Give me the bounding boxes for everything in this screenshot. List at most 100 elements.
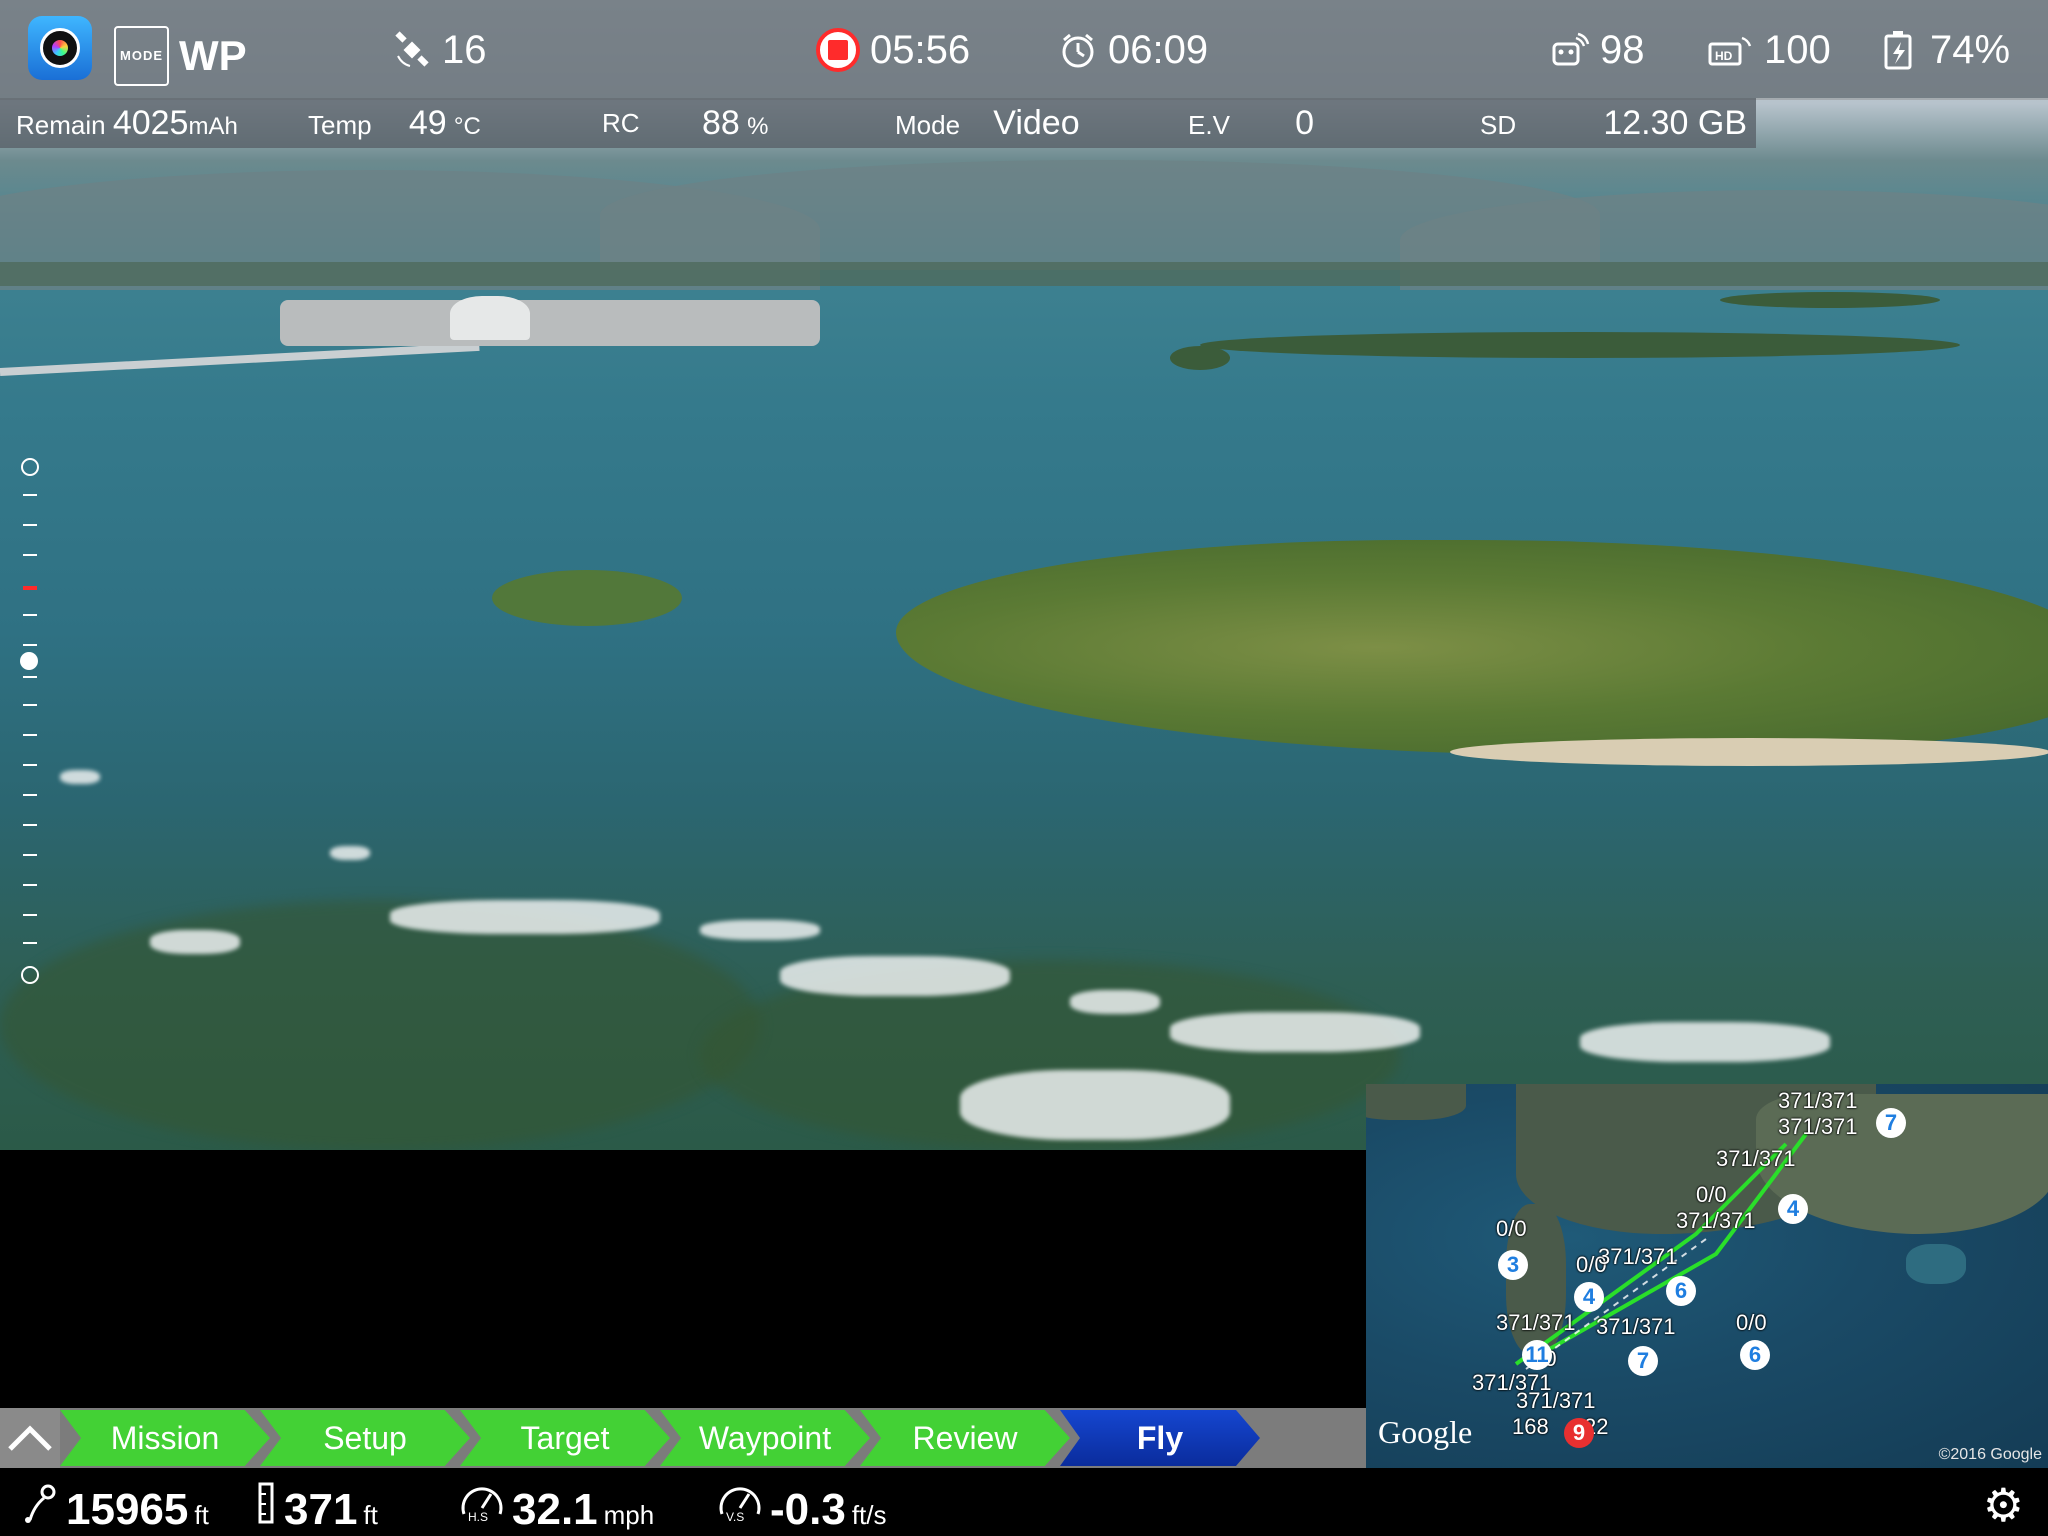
record-icon[interactable] bbox=[816, 28, 860, 72]
map-label: 371/371 bbox=[1598, 1244, 1678, 1269]
vs-label: V.S bbox=[726, 1510, 745, 1524]
slider-bottom-cap bbox=[21, 966, 39, 984]
slider-tick bbox=[23, 854, 37, 856]
distance-readout: 15965 ft bbox=[20, 1480, 209, 1535]
sd-value: 12.30 GB bbox=[1603, 104, 1748, 142]
sd-card-space: SD 12.30 GB bbox=[1480, 106, 1747, 142]
slider-tick bbox=[23, 676, 37, 678]
aircraft-info-bar: Remain 4025mAh Temp 49 °C RC 88 % Mode V… bbox=[0, 98, 1756, 148]
slider-thumb[interactable] bbox=[20, 652, 38, 670]
slider-top-cap bbox=[21, 458, 39, 476]
map-copyright: ©2016 Google bbox=[1938, 1446, 2042, 1463]
slider-tick bbox=[23, 734, 37, 736]
vs-value: -0.3 bbox=[770, 1485, 846, 1534]
tab-waypoint[interactable]: Waypoint bbox=[660, 1410, 870, 1466]
slider-tick bbox=[23, 614, 37, 616]
aircraft-marker[interactable]: 9 bbox=[1564, 1418, 1594, 1448]
slider-zero-mark bbox=[23, 586, 37, 590]
storage-tank bbox=[450, 296, 530, 340]
slider-tick bbox=[23, 524, 37, 526]
tab-fly[interactable]: Fly bbox=[1060, 1410, 1260, 1466]
map-label: 371/371 bbox=[1596, 1314, 1676, 1339]
vertical-speed-readout: V.S -0.3 ft/s bbox=[716, 1480, 887, 1535]
empty-area bbox=[0, 1150, 1366, 1408]
distant-island bbox=[1200, 332, 1960, 358]
camera-mode[interactable]: Mode Video bbox=[895, 106, 1080, 142]
breaking-wave bbox=[1070, 990, 1160, 1014]
speed-gauge-icon: V.S bbox=[716, 1480, 764, 1524]
app-camera-icon[interactable] bbox=[28, 16, 92, 80]
waypoint-marker[interactable]: 3 bbox=[1498, 1250, 1528, 1280]
battery-remaining: Remain 4025mAh bbox=[16, 106, 238, 144]
tab-review[interactable]: Review bbox=[860, 1410, 1070, 1466]
waypoint-marker[interactable]: 6 bbox=[1740, 1340, 1770, 1370]
temperature: Temp 49 °C bbox=[308, 106, 481, 144]
battery-percent: 74% bbox=[1930, 28, 2011, 72]
breaking-wave bbox=[780, 956, 1010, 996]
top-status-bar: MODE WP 16 05:56 06:09 98 HD 100 74% bbox=[0, 0, 2048, 100]
speed-gauge-icon: H.S bbox=[458, 1480, 506, 1524]
map-label: 371/371 bbox=[1778, 1114, 1858, 1139]
waypoint-marker[interactable]: 4 bbox=[1778, 1194, 1808, 1224]
waypoint-marker[interactable]: 11 bbox=[1522, 1340, 1552, 1370]
hd-signal-value: 100 bbox=[1764, 28, 1831, 72]
flight-mode-indicator[interactable]: MODE WP bbox=[114, 26, 247, 86]
ev-value: 0 bbox=[1295, 104, 1315, 142]
slider-tick bbox=[23, 704, 37, 706]
waypoint-marker[interactable]: 7 bbox=[1876, 1108, 1906, 1138]
satellite-status[interactable]: 16 bbox=[392, 26, 487, 74]
map-label: 0/0 bbox=[1736, 1310, 1767, 1335]
map-label: 371/371 bbox=[1496, 1310, 1576, 1335]
mission-tab-bar: Mission Setup Target Waypoint Review Fly bbox=[0, 1408, 1366, 1468]
horizontal-speed-readout: H.S 32.1 mph bbox=[458, 1480, 654, 1535]
exposure-value[interactable]: E.V 0 bbox=[1188, 106, 1314, 142]
altitude-unit: ft bbox=[363, 1500, 378, 1530]
mini-map[interactable]: 371/371 371/371 371/371 371/371 0/0 0/0 … bbox=[1366, 1084, 2048, 1468]
tab-mission[interactable]: Mission bbox=[60, 1410, 270, 1466]
ev-label: E.V bbox=[1188, 110, 1230, 140]
far-shoreline bbox=[0, 262, 2048, 286]
tab-setup[interactable]: Setup bbox=[260, 1410, 470, 1466]
breaking-wave bbox=[1580, 1022, 1830, 1062]
battery-icon bbox=[1884, 31, 1912, 70]
vs-unit: ft/s bbox=[851, 1500, 887, 1530]
flight-mode: WP bbox=[179, 32, 247, 79]
distance-value: 15965 bbox=[66, 1485, 189, 1534]
rc-signal-value: 98 bbox=[1600, 28, 1645, 72]
slider-tick bbox=[23, 794, 37, 796]
waypoint-marker[interactable]: 7 bbox=[1628, 1346, 1658, 1376]
map-label: 0/0 bbox=[1496, 1216, 1527, 1241]
slider-tick bbox=[23, 942, 37, 944]
hd-signal-icon: HD bbox=[1708, 36, 1752, 66]
slider-tick bbox=[23, 824, 37, 826]
recording-status[interactable]: 05:56 bbox=[816, 26, 970, 74]
satellite-count: 16 bbox=[442, 28, 487, 72]
tab-target[interactable]: Target bbox=[460, 1410, 670, 1466]
rc-strength: 88 % bbox=[702, 106, 768, 144]
settings-gear-icon[interactable]: ⚙ bbox=[1983, 1482, 2024, 1528]
reef bbox=[0, 900, 760, 1150]
map-label: 371/371 bbox=[1778, 1088, 1858, 1113]
camera-video-feed[interactable] bbox=[0, 0, 2048, 1150]
temp-value: 49 bbox=[408, 104, 447, 142]
remain-value: 4025 bbox=[112, 104, 189, 142]
slider-tick bbox=[23, 914, 37, 916]
temp-label: Temp bbox=[308, 110, 372, 140]
hd-signal-status[interactable]: HD 100 bbox=[1708, 26, 1831, 74]
expand-button[interactable] bbox=[0, 1408, 60, 1468]
mode-value: Video bbox=[993, 104, 1080, 142]
industrial-facility bbox=[280, 300, 820, 346]
gimbal-pitch-slider[interactable] bbox=[20, 458, 40, 984]
rc-signal-status[interactable]: 98 bbox=[1550, 26, 1645, 74]
slider-tick bbox=[23, 884, 37, 886]
battery-status[interactable]: 74% bbox=[1880, 26, 2010, 74]
breaking-wave bbox=[1170, 1012, 1420, 1052]
waypoint-marker[interactable]: 4 bbox=[1574, 1282, 1604, 1312]
distance-unit: ft bbox=[194, 1500, 209, 1530]
rc-label-wrap: RC bbox=[602, 106, 640, 140]
altitude-value: 371 bbox=[284, 1485, 358, 1534]
waypoint-marker[interactable]: 6 bbox=[1666, 1276, 1696, 1306]
remain-label: Remain bbox=[16, 110, 106, 140]
sd-label: SD bbox=[1480, 110, 1517, 140]
slider-tick bbox=[23, 764, 37, 766]
